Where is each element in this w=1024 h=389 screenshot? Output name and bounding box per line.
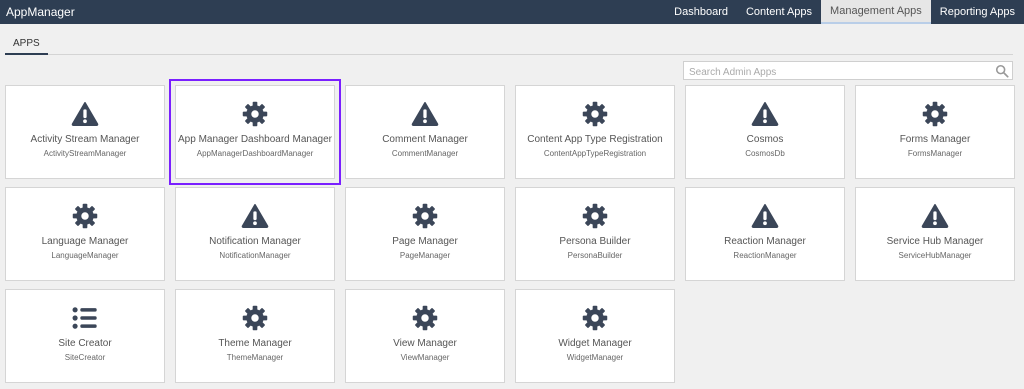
app-card-title: Content App Type Registration [527,134,663,145]
gear-icon [582,305,608,331]
warning-icon [411,102,439,126]
app-card-title: Persona Builder [559,236,631,247]
app-card-title: Site Creator [58,338,112,349]
app-card-subtitle: PersonaBuilder [567,251,623,260]
app-card[interactable]: Activity Stream Manager ActivityStreamMan… [5,85,165,179]
search-input[interactable] [684,64,984,81]
app-card-subtitle: ViewManager [400,353,450,362]
gear-icon [242,305,268,331]
tab-apps[interactable]: APPS [5,36,48,55]
app-card-subtitle: ActivityStreamManager [43,149,127,158]
app-card-subtitle: WidgetManager [566,353,624,362]
app-card-subtitle: CosmosDb [745,149,785,158]
main-nav: Dashboard Content Apps Management Apps R… [665,0,1024,24]
app-card[interactable]: Persona Builder PersonaBuilder [515,187,675,281]
app-card[interactable]: Content App Type Registration ContentAppT… [515,85,675,179]
gear-icon [582,101,608,127]
app-card-title: Language Manager [41,236,129,247]
app-card[interactable]: Language Manager LanguageManager [5,187,165,281]
nav-dashboard[interactable]: Dashboard [665,0,737,24]
nav-content-apps[interactable]: Content Apps [737,0,821,24]
apps-grid: Activity Stream Manager ActivityStreamMan… [5,79,1015,383]
search-icon[interactable] [995,64,1009,78]
warning-icon [751,102,779,126]
app-card-title: Theme Manager [218,338,292,349]
app-card[interactable]: Cosmos CosmosDb [685,85,845,179]
app-brand[interactable]: AppManager [6,0,75,24]
app-card-title: Page Manager [392,236,458,247]
app-card-title: Notification Manager [209,236,301,247]
gear-icon [72,203,98,229]
app-card[interactable]: Widget Manager WidgetManager [515,289,675,383]
app-card[interactable]: Service Hub Manager ServiceHubManager [855,187,1015,281]
app-card-subtitle: AppManagerDashboardManager [196,149,314,158]
app-card-subtitle: ThemeManager [226,353,284,362]
app-card-subtitle: ReactionManager [733,251,797,260]
app-card-subtitle: PageManager [399,251,451,260]
app-card[interactable]: Comment Manager CommentManager [345,85,505,179]
gear-icon [922,101,948,127]
app-card-title: Reaction Manager [724,236,806,247]
app-card[interactable]: Forms Manager FormsManager [855,85,1015,179]
gear-icon [412,203,438,229]
app-card[interactable]: Theme Manager ThemeManager [175,289,335,383]
app-card[interactable]: Notification Manager NotificationManager [175,187,335,281]
gear-icon [412,305,438,331]
app-card-title: Widget Manager [558,338,632,349]
warning-icon [241,204,269,228]
app-card-title: View Manager [393,338,457,349]
app-card-subtitle: ServiceHubManager [898,251,972,260]
app-card-title: Forms Manager [899,134,971,145]
app-card-title: Service Hub Manager [886,236,984,247]
app-card-title: App Manager Dashboard Manager [178,134,332,145]
tab-bar: APPS [5,36,1013,55]
app-card-title: Comment Manager [382,134,468,145]
app-card[interactable]: Site Creator SiteCreator [5,289,165,383]
app-card-subtitle: NotificationManager [219,251,291,260]
gear-icon [242,101,268,127]
app-card-subtitle: ContentAppTypeRegistration [543,149,647,158]
search-box [683,61,1013,81]
nav-management-apps[interactable]: Management Apps [821,0,931,24]
top-navbar: AppManager Dashboard Content Apps Manage… [0,0,1024,24]
app-card-subtitle: LanguageManager [51,251,119,260]
gear-icon [582,203,608,229]
app-card[interactable]: View Manager ViewManager [345,289,505,383]
warning-icon [751,204,779,228]
nav-reporting-apps[interactable]: Reporting Apps [931,0,1024,24]
app-card-subtitle: CommentManager [391,149,459,158]
app-card-title: Cosmos [746,134,784,145]
app-card[interactable]: App Manager Dashboard Manager AppManagerD… [169,79,341,185]
app-card-subtitle: SiteCreator [64,353,106,362]
app-card-subtitle: FormsManager [907,149,963,158]
list-icon [72,307,97,329]
warning-icon [71,102,99,126]
app-card[interactable]: Page Manager PageManager [345,187,505,281]
app-card[interactable]: Reaction Manager ReactionManager [685,187,845,281]
app-card-title: Activity Stream Manager [30,134,140,145]
warning-icon [921,204,949,228]
